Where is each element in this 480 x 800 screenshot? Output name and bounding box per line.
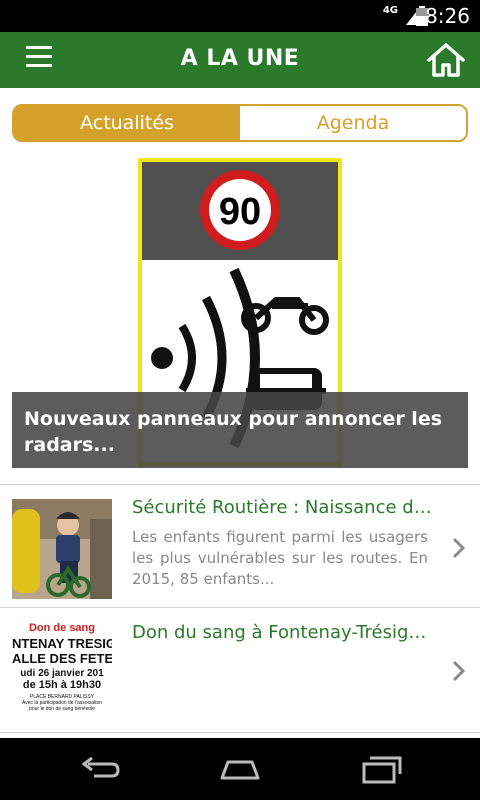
chevron-right-icon <box>452 660 466 682</box>
chevron-right-icon <box>452 537 466 559</box>
app-bar: A LA UNE <box>0 32 480 88</box>
list-item[interactable]: Don de sang NTENAY TRESIG ALLE DES FETE … <box>0 608 480 730</box>
back-icon[interactable] <box>78 752 122 786</box>
featured-article[interactable]: 90 Nouveaux panneaux pour annoncer les r… <box>12 152 468 468</box>
speed-limit-text: 90 <box>219 191 261 233</box>
tab-agenda[interactable]: Agenda <box>240 106 466 140</box>
thumb-text-4: udi 26 janvier 201 <box>20 668 104 679</box>
thumb-text-2: NTENAY TRESIG <box>12 636 112 651</box>
home-icon[interactable] <box>426 41 466 79</box>
child-bike-thumbnail <box>12 499 112 599</box>
news-excerpt: Les enfants figurent parmi les usagers l… <box>132 528 428 588</box>
clock: 8:26 <box>425 4 470 28</box>
status-bar: 4G 8:26 <box>0 0 480 32</box>
thumb-text-1: Don de sang <box>28 622 95 634</box>
network-type: 4G <box>382 5 398 16</box>
recent-apps-icon[interactable] <box>360 752 404 786</box>
list-item[interactable]: Sécurité Routière : Naissance d'... Les … <box>0 485 480 607</box>
tab-actualites[interactable]: Actualités <box>14 106 240 140</box>
segmented-tabs: Actualités Agenda <box>12 104 468 142</box>
thumb-text-5: de 15h à 19h30 <box>22 679 102 691</box>
featured-caption: Nouveaux panneaux pour annoncer les rada… <box>12 392 468 468</box>
page-title: A LA UNE <box>180 46 300 71</box>
news-title: Don du sang à Fontenay-Trésign... <box>132 622 432 643</box>
news-title: Sécurité Routière : Naissance d'... <box>132 497 432 518</box>
thumb-text-8: pour le don de sang bénévole <box>29 706 95 712</box>
divider <box>0 732 480 733</box>
blood-donation-thumbnail: Don de sang NTENAY TRESIG ALLE DES FETE … <box>12 622 112 722</box>
home-nav-icon[interactable] <box>218 752 262 786</box>
system-nav-bar <box>0 738 480 800</box>
featured-title: Nouveaux panneaux pour annoncer les rada… <box>24 408 443 456</box>
thumb-text-3: ALLE DES FETE <box>12 651 112 666</box>
